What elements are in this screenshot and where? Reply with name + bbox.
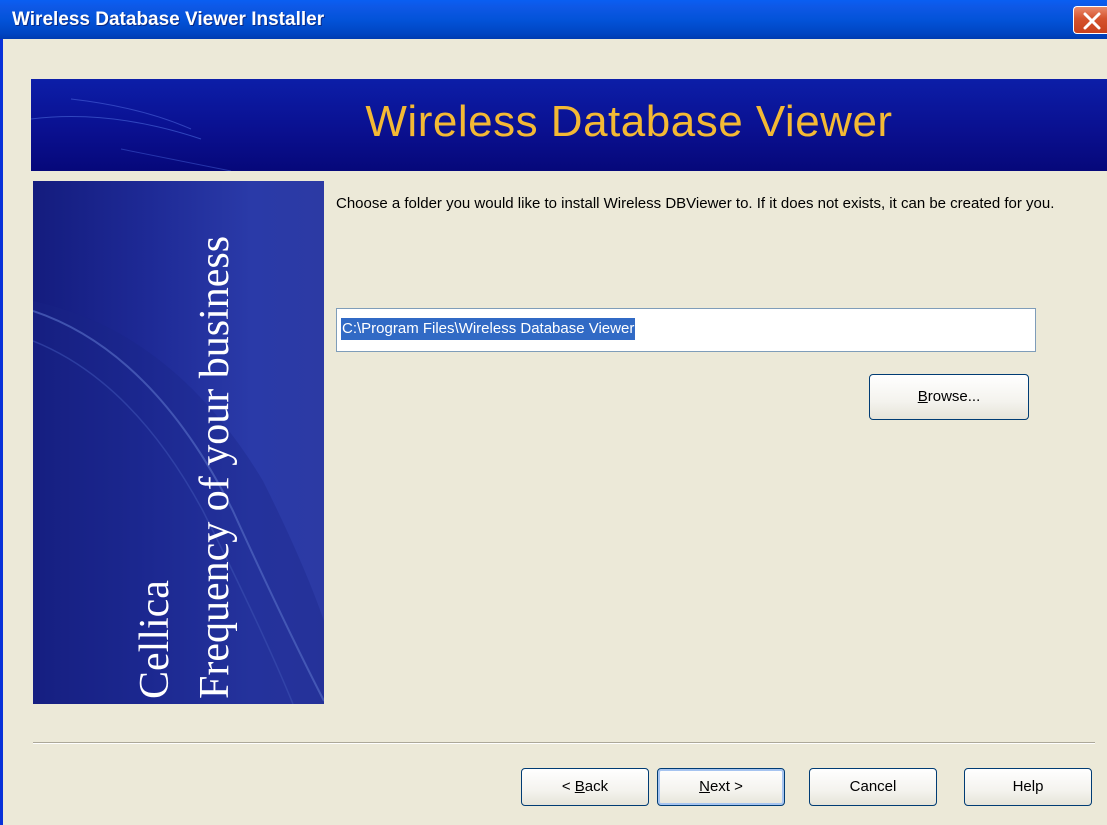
install-path-value: C:\Program Files\Wireless Database Viewe… — [341, 318, 636, 340]
close-button[interactable] — [1073, 6, 1107, 34]
back-button-label: < Back — [561, 778, 609, 795]
instruction-text: Choose a folder you would like to instal… — [336, 195, 1055, 212]
footer-separator — [33, 742, 1095, 744]
window-title: Wireless Database Viewer Installer — [12, 9, 325, 30]
side-panel-text: Cellica Frequency of your business — [63, 189, 313, 699]
browse-button[interactable]: Browse... — [869, 374, 1029, 420]
banner-title: Wireless Database Viewer — [365, 97, 893, 146]
install-path-input[interactable]: C:\Program Files\Wireless Database Viewe… — [336, 308, 1036, 352]
cancel-button-label: Cancel — [849, 778, 897, 795]
next-button-label: Next > — [699, 778, 743, 795]
brand-name: Cellica — [132, 580, 178, 699]
installer-window: Wireless Database Viewer Installer Wirel… — [0, 0, 1107, 825]
cancel-button[interactable]: Cancel — [809, 768, 937, 806]
browse-button-label: Browse... — [917, 388, 981, 405]
header-banner: Wireless Database Viewer — [31, 79, 1107, 171]
title-bar[interactable]: Wireless Database Viewer Installer — [0, 0, 1107, 39]
brand-tagline: Frequency of your business — [192, 235, 238, 699]
side-panel: Cellica Frequency of your business — [33, 181, 324, 704]
help-button-label: Help — [1012, 778, 1044, 795]
back-button[interactable]: < Back — [521, 768, 649, 806]
next-button[interactable]: Next > — [657, 768, 785, 806]
close-icon — [1083, 12, 1101, 30]
help-button[interactable]: Help — [964, 768, 1092, 806]
